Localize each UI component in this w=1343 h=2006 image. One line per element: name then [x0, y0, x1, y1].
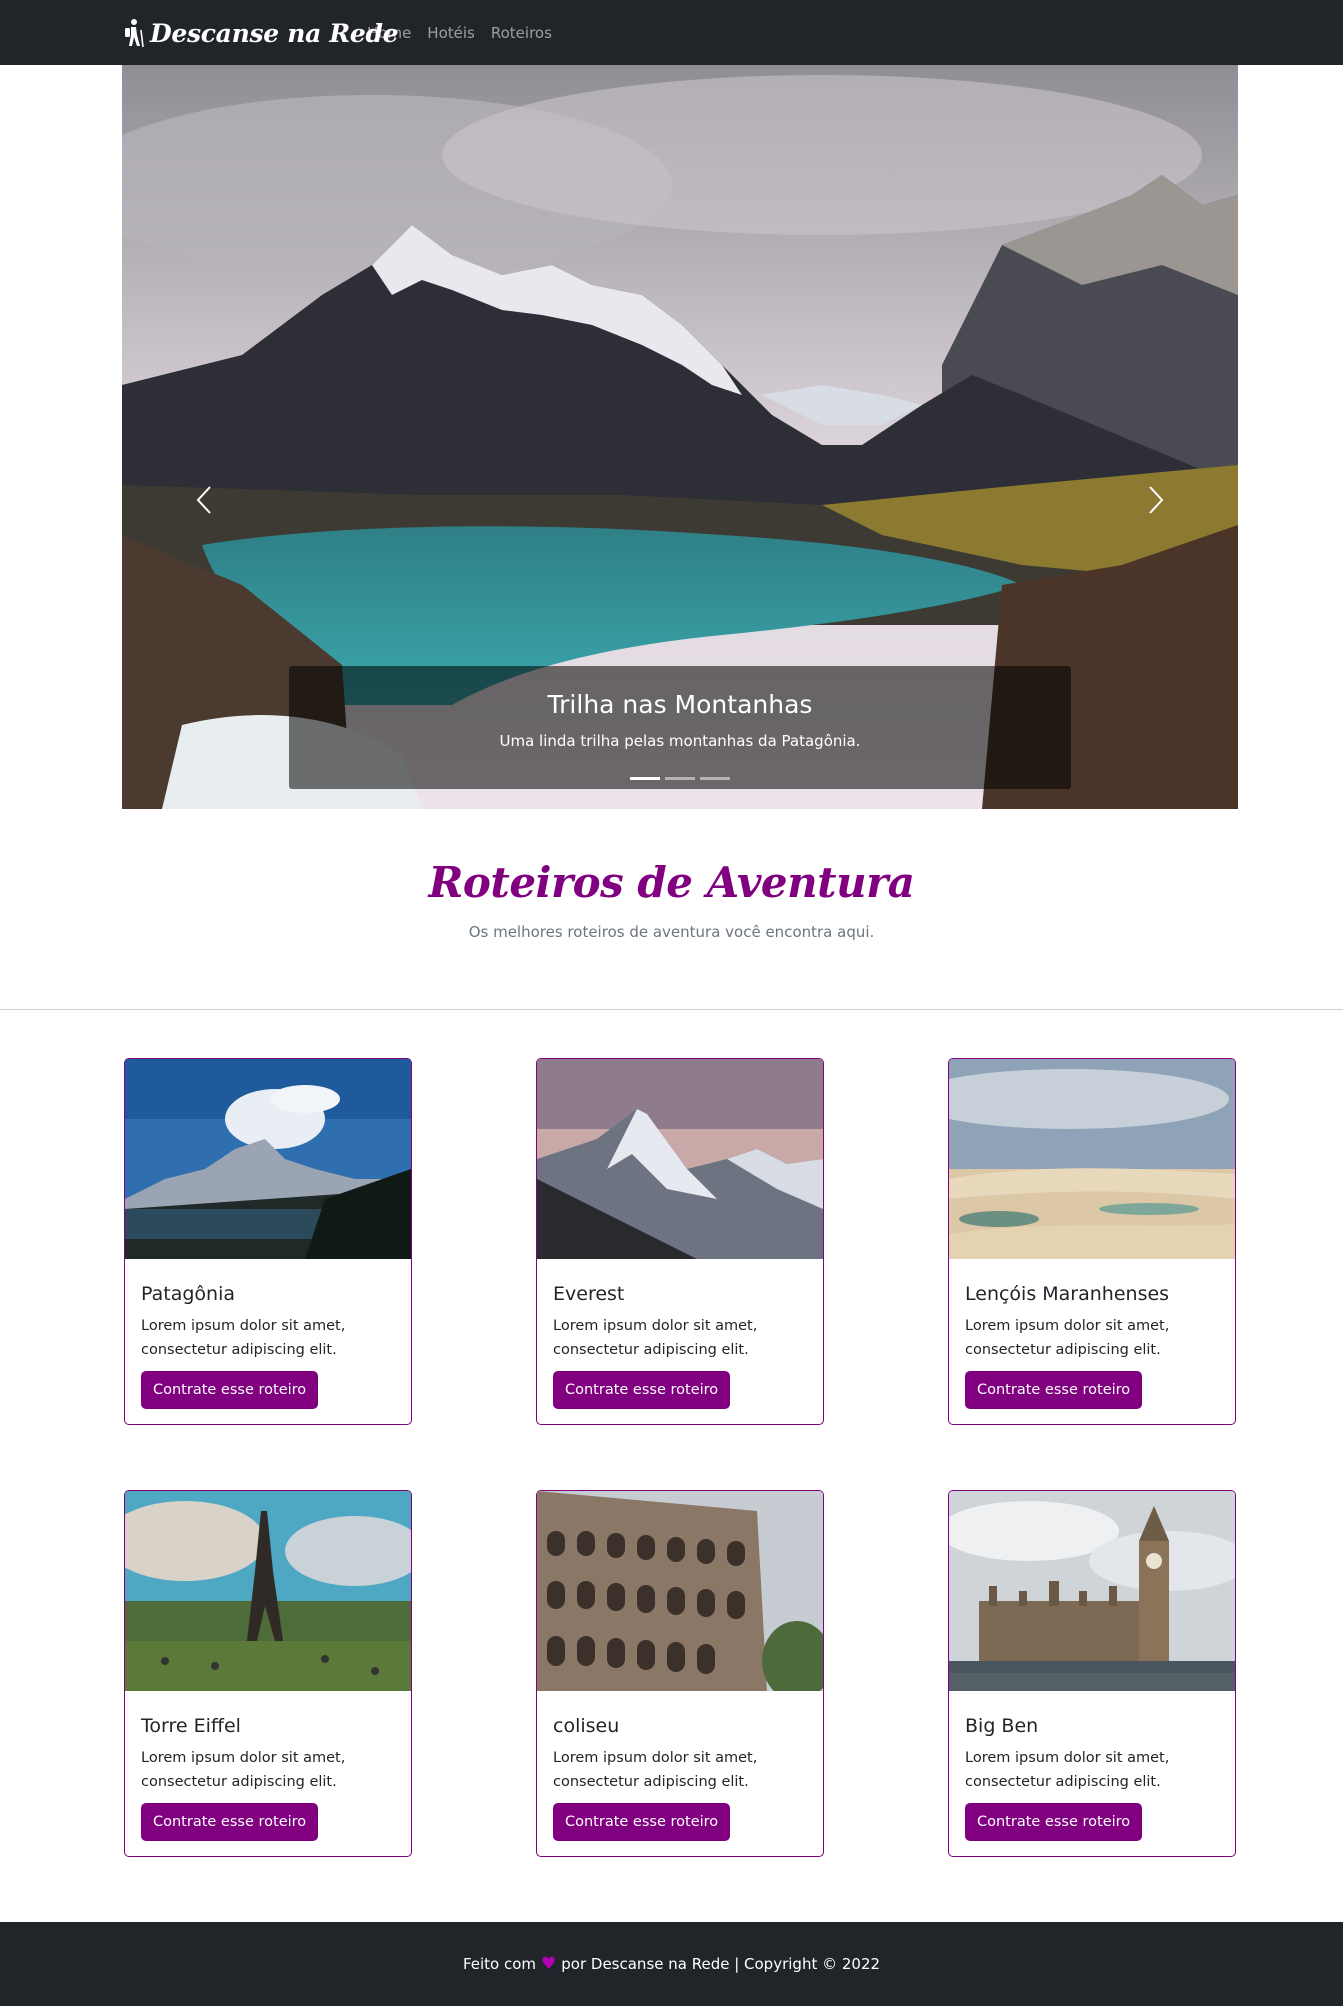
- card-title: Patagônia: [141, 1283, 235, 1305]
- card-text: Lorem ipsum dolor sit amet, consectetur …: [553, 1750, 758, 1790]
- card-image: [949, 1491, 1235, 1691]
- card-text: Lorem ipsum dolor sit amet, consectetur …: [141, 1750, 346, 1790]
- card-title: Torre Eiffel: [141, 1715, 241, 1737]
- hire-tour-button[interactable]: Contrate esse roteiro: [965, 1803, 1143, 1841]
- nav-link-tours[interactable]: Roteiros: [491, 24, 552, 42]
- card-image: [125, 1491, 411, 1691]
- nav-link-hotels[interactable]: Hotéis: [427, 24, 475, 42]
- card-text: Lorem ipsum dolor sit amet, consectetur …: [965, 1750, 1170, 1790]
- card-image: [537, 1491, 823, 1691]
- card-big-ben: Big Ben Lorem ipsum dolor sit amet, cons…: [948, 1490, 1236, 1857]
- card-patagonia: Patagônia Lorem ipsum dolor sit amet, co…: [124, 1058, 412, 1425]
- carousel-next-button[interactable]: [1136, 465, 1176, 535]
- card-title: coliseu: [553, 1715, 620, 1737]
- card-text: Lorem ipsum dolor sit amet, consectetur …: [553, 1318, 758, 1358]
- chevron-right-icon: [1149, 486, 1164, 514]
- carousel-prev-button[interactable]: [184, 465, 224, 535]
- hero-carousel: Trilha nas Montanhas Uma linda trilha pe…: [122, 65, 1238, 809]
- carousel-caption-text: Uma linda trilha pelas montanhas da Pata…: [499, 732, 861, 750]
- footer-prefix: Feito com: [462, 1955, 537, 1973]
- hire-tour-button[interactable]: Contrate esse roteiro: [141, 1803, 319, 1841]
- carousel-caption: Trilha nas Montanhas Uma linda trilha pe…: [289, 666, 1071, 789]
- card-title: Big Ben: [965, 1715, 1039, 1737]
- card-lencois: Lençóis Maranhenses Lorem ipsum dolor si…: [948, 1058, 1236, 1425]
- carousel-indicator-3[interactable]: [700, 777, 730, 780]
- section-divider: [0, 1009, 1343, 1010]
- chevron-left-icon: [196, 486, 211, 514]
- card-coliseu: coliseu Lorem ipsum dolor sit amet, cons…: [536, 1490, 824, 1857]
- hiker-icon: [125, 19, 144, 48]
- section-subtitle: Os melhores roteiros de aventura você en…: [468, 923, 875, 941]
- carousel-indicators: [289, 777, 1071, 780]
- footer: Feito com ♥ por Descanse na Rede | Copyr…: [0, 1922, 1343, 2006]
- card-text: Lorem ipsum dolor sit amet, consectetur …: [965, 1318, 1170, 1358]
- card-torre-eiffel: Torre Eiffel Lorem ipsum dolor sit amet,…: [124, 1490, 412, 1857]
- footer-copyright: por Descanse na Rede | Copyright © 2022: [561, 1955, 881, 1973]
- card-image: [949, 1059, 1235, 1259]
- carousel-caption-title: Trilha nas Montanhas: [547, 690, 813, 719]
- hire-tour-button[interactable]: Contrate esse roteiro: [553, 1803, 731, 1841]
- brand-name: Descanse na Rede: [150, 18, 399, 48]
- card-image: [537, 1059, 823, 1259]
- hire-tour-button[interactable]: Contrate esse roteiro: [965, 1371, 1143, 1409]
- card-title: Everest: [553, 1283, 625, 1305]
- carousel-indicator-2[interactable]: [665, 777, 695, 780]
- hire-tour-button[interactable]: Contrate esse roteiro: [141, 1371, 319, 1409]
- card-everest: Everest Lorem ipsum dolor sit amet, cons…: [536, 1058, 824, 1425]
- nav-links: Home Hotéis Roteiros: [367, 0, 552, 65]
- section-title: Roteiros de Aventura: [428, 858, 915, 907]
- hire-tour-button[interactable]: Contrate esse roteiro: [553, 1371, 731, 1409]
- nav-link-home[interactable]: Home: [367, 24, 411, 42]
- navbar: Descanse na Rede Home Hotéis Roteiros: [0, 0, 1343, 65]
- brand-link[interactable]: Descanse na Rede: [122, 14, 399, 52]
- carousel-indicator-1[interactable]: [630, 777, 660, 780]
- card-title: Lençóis Maranhenses: [965, 1283, 1170, 1305]
- card-text: Lorem ipsum dolor sit amet, consectetur …: [141, 1318, 346, 1358]
- card-image: [125, 1059, 411, 1259]
- heart-icon: ♥: [541, 1954, 557, 1974]
